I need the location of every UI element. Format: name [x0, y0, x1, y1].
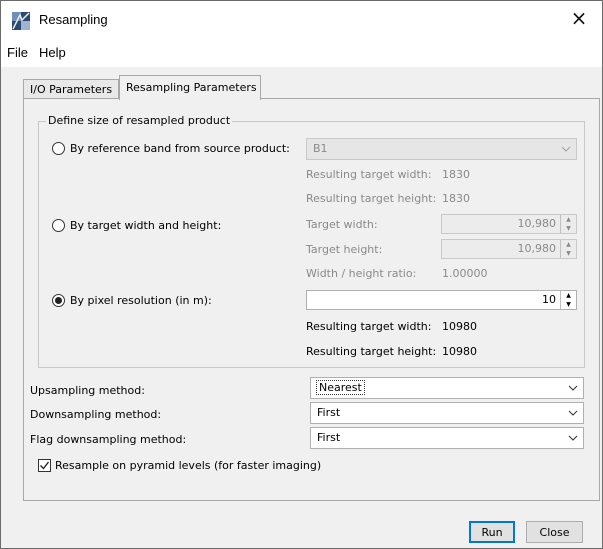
title-bar: Resampling × [1, 1, 602, 39]
tab-resampling-parameters[interactable]: Resampling Parameters [119, 75, 261, 100]
run-button-label: Run [481, 525, 503, 539]
menu-file[interactable]: File [7, 45, 28, 60]
pixel-resolution-value[interactable]: 10 [542, 293, 556, 306]
tab-io-parameters[interactable]: I/O Parameters [23, 79, 119, 99]
ref-height-label: Resulting target height: [306, 192, 437, 205]
res-height-label: Resulting target height: [306, 345, 437, 358]
target-wh-radio[interactable] [52, 219, 65, 232]
upsampling-method-value: Nearest [316, 380, 365, 395]
ref-band-radio[interactable] [52, 142, 65, 155]
target-width-value: 10,980 [517, 217, 557, 230]
res-height-value: 10980 [442, 345, 477, 358]
target-width-spinner: 10,980 ▲ ▼ [441, 214, 577, 234]
res-width-label: Resulting target width: [306, 320, 432, 333]
menu-help[interactable]: Help [39, 45, 66, 60]
spin-down-icon[interactable]: ▼ [561, 300, 576, 309]
target-height-value: 10,980 [517, 242, 557, 255]
pyramid-option[interactable]: Resample on pyramid levels (for faster i… [38, 459, 321, 472]
flag-downsampling-label: Flag downsampling method: [30, 433, 187, 446]
target-wh-label: By target width and height: [70, 219, 222, 232]
upsampling-method-combo[interactable]: Nearest [310, 377, 584, 399]
run-button[interactable]: Run [469, 521, 515, 543]
chevron-down-icon[interactable] [563, 403, 583, 423]
menu-bar: File Help [1, 39, 602, 67]
spin-down-icon: ▼ [566, 224, 571, 232]
resampling-parameters-panel: Define size of resampled product By refe… [23, 98, 600, 501]
pyramid-label: Resample on pyramid levels (for faster i… [55, 459, 322, 472]
window-title: Resampling [39, 12, 108, 27]
pyramid-checkbox[interactable] [38, 459, 51, 472]
spin-up-icon[interactable]: ▲ [561, 291, 576, 300]
close-window-icon[interactable]: × [556, 1, 602, 35]
ref-band-option[interactable]: By reference band from source product: [52, 142, 290, 155]
ref-height-value: 1830 [442, 192, 470, 205]
pixel-res-label: By pixel resolution (in m): [70, 294, 212, 307]
flag-downsampling-method-value: First [317, 431, 341, 444]
ratio-label: Width / height ratio: [306, 267, 417, 280]
ratio-value: 1.00000 [442, 267, 488, 280]
downsampling-method-value: First [317, 406, 341, 419]
pixel-resolution-spinner[interactable]: 10 ▲ ▼ [306, 290, 577, 310]
ref-width-value: 1830 [442, 168, 470, 181]
ref-band-label: By reference band from source product: [70, 142, 290, 155]
spin-up-icon: ▲ [566, 240, 571, 248]
flag-downsampling-method-combo[interactable]: First [310, 427, 584, 449]
spin-down-icon: ▼ [566, 249, 571, 257]
upsampling-label: Upsampling method: [30, 384, 145, 397]
checkmark-icon [40, 461, 50, 470]
target-height-spinner: 10,980 ▲ ▼ [441, 239, 577, 259]
pixel-res-option[interactable]: By pixel resolution (in m): [52, 294, 212, 307]
target-wh-option[interactable]: By target width and height: [52, 219, 221, 232]
app-icon [11, 11, 31, 31]
downsampling-method-combo[interactable]: First [310, 402, 584, 424]
reference-band-combo: B1 [306, 138, 577, 160]
target-width-label: Target width: [306, 218, 378, 231]
target-height-label: Target height: [306, 243, 383, 256]
ref-width-label: Resulting target width: [306, 168, 432, 181]
chevron-down-icon [556, 139, 576, 159]
resampling-dialog: Resampling × File Help I/O Parameters Re… [0, 0, 603, 549]
downsampling-label: Downsampling method: [30, 408, 162, 421]
reference-band-value: B1 [313, 142, 328, 155]
chevron-down-icon[interactable] [563, 428, 583, 448]
close-button[interactable]: Close [526, 521, 583, 543]
close-button-label: Close [539, 525, 570, 539]
size-group-title: Define size of resampled product [46, 114, 233, 127]
spin-up-icon: ▲ [566, 215, 571, 223]
res-width-value: 10980 [442, 320, 477, 333]
pixel-res-radio[interactable] [52, 294, 65, 307]
chevron-down-icon[interactable] [563, 378, 583, 398]
